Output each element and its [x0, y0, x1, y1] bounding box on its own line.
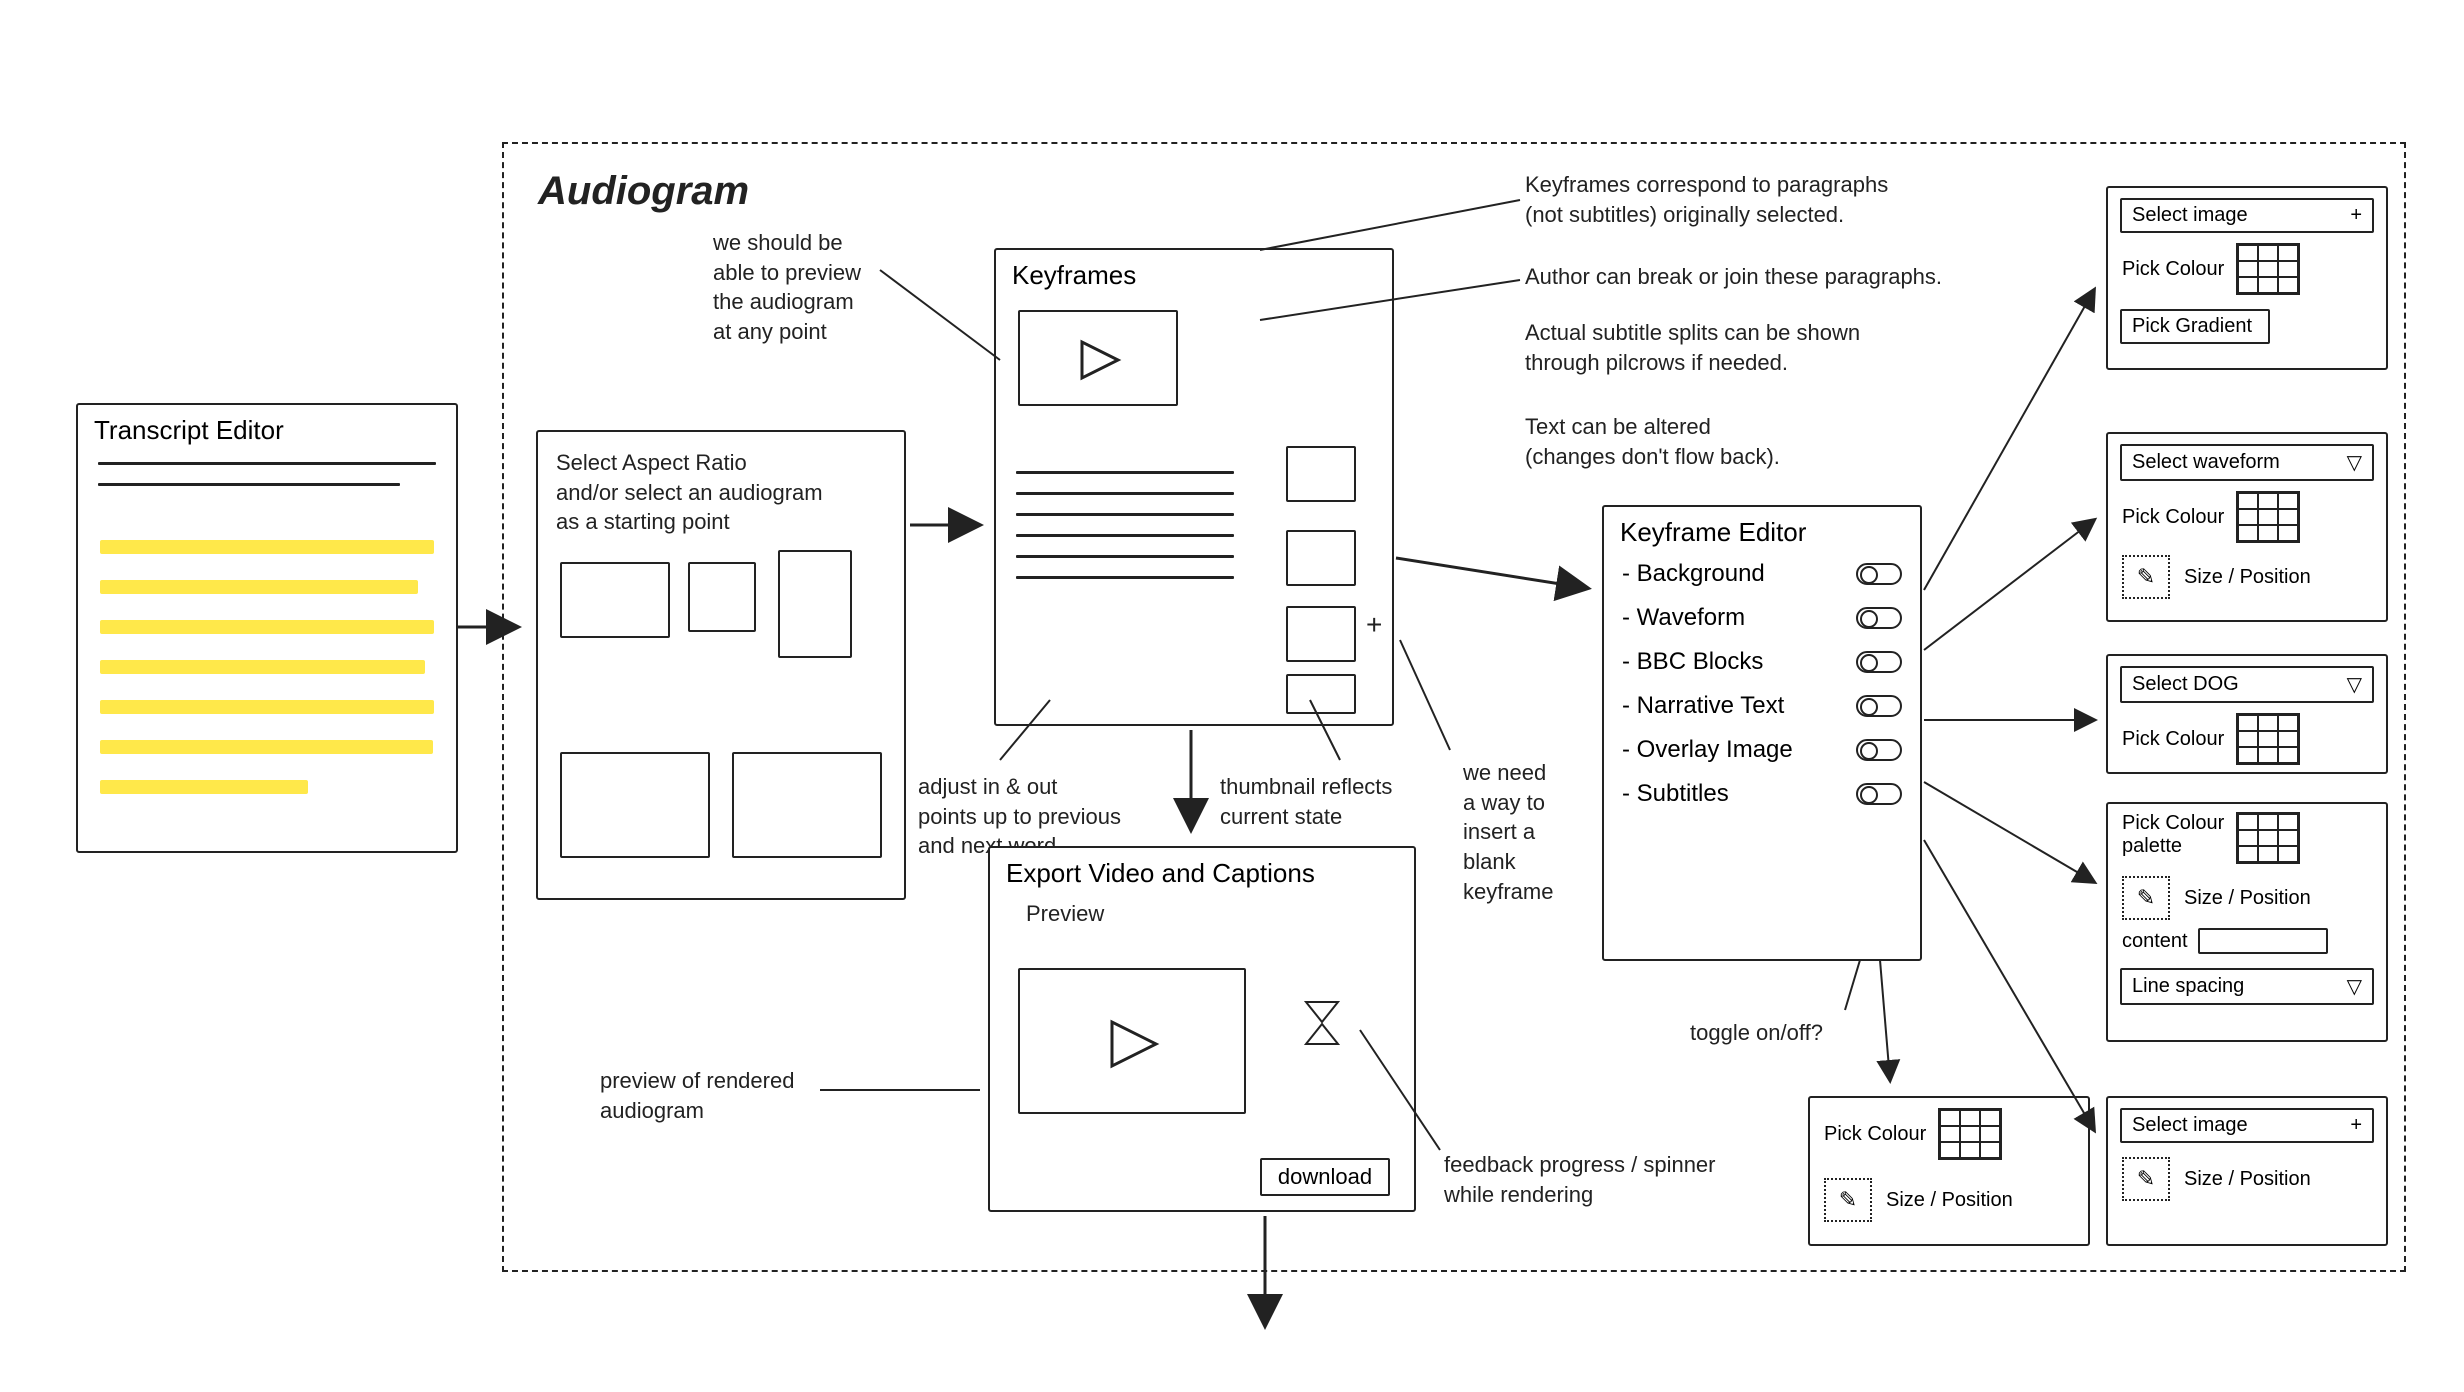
select-waveform-button[interactable]: Select waveform▽	[2120, 444, 2374, 481]
aspect-option-1[interactable]	[560, 562, 670, 638]
size-position-label: Size / Position	[2184, 1168, 2311, 1191]
aspect-option-4[interactable]	[560, 752, 710, 858]
note-pilcrows: Actual subtitle splits can be shown thro…	[1525, 318, 1860, 377]
download-button[interactable]: download	[1260, 1158, 1390, 1196]
keyframe-thumb-3[interactable]	[1286, 606, 1356, 662]
panel-background: Select image+ Pick Colour Pick Gradient	[2106, 186, 2388, 370]
note-text-altered: Text can be altered (changes don't flow …	[1525, 412, 1780, 471]
size-position-control[interactable]: ✎	[2122, 1157, 2170, 1201]
export-preview[interactable]	[1018, 968, 1246, 1114]
play-icon	[1106, 1016, 1166, 1076]
keyframe-editor-panel: Keyframe Editor - Background - Waveform …	[1602, 505, 1922, 961]
colour-palette[interactable]	[2236, 243, 2300, 295]
keyframe-thumb-2[interactable]	[1286, 530, 1356, 586]
size-position-control[interactable]: ✎	[1824, 1178, 1872, 1222]
aspect-ratio-panel[interactable]: Select Aspect Ratio and/or select an aud…	[536, 430, 906, 900]
keyframes-panel: Keyframes +	[994, 248, 1394, 726]
kf-item-narrative: - Narrative Text	[1604, 684, 1920, 728]
panel-overlay: Select image+ ✎ Size / Position	[2106, 1096, 2388, 1246]
kf-item-overlay: - Overlay Image	[1604, 728, 1920, 772]
colour-palette[interactable]	[2236, 812, 2300, 864]
content-label: content	[2122, 930, 2188, 953]
kf-item-subtitles: - Subtitles	[1604, 772, 1920, 816]
pencil-icon: ✎	[2137, 1166, 2155, 1192]
pencil-icon: ✎	[1839, 1187, 1857, 1213]
keyframe-editor-title: Keyframe Editor	[1604, 507, 1920, 552]
hourglass-icon	[1302, 998, 1342, 1048]
aspect-option-3[interactable]	[778, 550, 852, 658]
transcript-editor-panel: Transcript Editor	[76, 403, 458, 853]
keyframes-title: Keyframes	[996, 250, 1392, 295]
toggle-subtitles[interactable]	[1856, 783, 1902, 805]
chevron-down-icon: ▽	[2347, 672, 2362, 697]
keyframe-thumb-4[interactable]	[1286, 674, 1356, 714]
chevron-down-icon: ▽	[2347, 974, 2362, 999]
note-break-join: Author can break or join these paragraph…	[1525, 262, 1942, 292]
select-image-button[interactable]: Select image+	[2120, 198, 2374, 233]
keyframe-preview[interactable]	[1018, 310, 1178, 406]
colour-palette[interactable]	[2236, 713, 2300, 765]
toggle-overlay[interactable]	[1856, 739, 1902, 761]
size-position-label: Size / Position	[2184, 887, 2311, 910]
pick-colour-label: Pick Colour	[2122, 728, 2224, 751]
aspect-ratio-text: Select Aspect Ratio and/or select an aud…	[556, 448, 922, 537]
line-spacing-select[interactable]: Line spacing▽	[2120, 968, 2374, 1005]
note-toggle: toggle on/off?	[1690, 1018, 1823, 1048]
note-blank-keyframe: we need a way to insert a blank keyframe	[1463, 758, 1553, 906]
size-position-control[interactable]: ✎	[2122, 555, 2170, 599]
size-position-control[interactable]: ✎	[2122, 876, 2170, 920]
aspect-option-2[interactable]	[688, 562, 756, 632]
size-position-label: Size / Position	[2184, 566, 2311, 589]
export-title: Export Video and Captions	[990, 848, 1414, 893]
note-kf-paragraphs: Keyframes correspond to paragraphs (not …	[1525, 170, 1888, 229]
add-keyframe-icon[interactable]: +	[1366, 606, 1382, 644]
panel-narrative: Pick Colour palette ✎ Size / Position co…	[2106, 802, 2388, 1042]
size-position-label: Size / Position	[1886, 1189, 2013, 1212]
toggle-bbc-blocks[interactable]	[1856, 651, 1902, 673]
colour-palette[interactable]	[1938, 1108, 2002, 1160]
panel-waveform: Select waveform▽ Pick Colour ✎ Size / Po…	[2106, 432, 2388, 622]
pick-gradient-button[interactable]: Pick Gradient	[2120, 309, 2270, 344]
pencil-icon: ✎	[2137, 564, 2155, 590]
chevron-down-icon: ▽	[2347, 450, 2362, 475]
select-dog-button[interactable]: Select DOG▽	[2120, 666, 2374, 703]
note-rendered: preview of rendered audiogram	[600, 1066, 794, 1125]
kf-item-waveform: - Waveform	[1604, 596, 1920, 640]
export-preview-label: Preview	[1026, 899, 1450, 929]
content-input[interactable]	[2198, 928, 2328, 954]
plus-icon: +	[2350, 1114, 2362, 1137]
pick-colour-label: Pick Colour	[1824, 1123, 1926, 1146]
keyframe-thumb-1[interactable]	[1286, 446, 1356, 502]
aspect-option-5[interactable]	[732, 752, 882, 858]
colour-palette[interactable]	[2236, 491, 2300, 543]
note-thumbnail: thumbnail reflects current state	[1220, 772, 1392, 831]
audiogram-title: Audiogram	[538, 164, 749, 218]
toggle-narrative[interactable]	[1856, 695, 1902, 717]
toggle-background[interactable]	[1856, 563, 1902, 585]
export-panel: Export Video and Captions Preview downlo…	[988, 846, 1416, 1212]
kf-item-background: - Background	[1604, 552, 1920, 596]
pick-colour-label: Pick Colour	[2122, 506, 2224, 529]
panel-subtitles: Pick Colour ✎ Size / Position	[1808, 1096, 2090, 1246]
pencil-icon: ✎	[2137, 885, 2155, 911]
plus-icon: +	[2350, 204, 2362, 227]
pick-colour-palette-label: Pick Colour palette	[2122, 812, 2224, 858]
play-icon	[1076, 336, 1126, 386]
kf-item-bbc-blocks: - BBC Blocks	[1604, 640, 1920, 684]
transcript-editor-title: Transcript Editor	[78, 405, 456, 450]
note-preview: we should be able to preview the audiogr…	[713, 228, 861, 347]
pick-colour-label: Pick Colour	[2122, 258, 2224, 281]
panel-dog: Select DOG▽ Pick Colour	[2106, 654, 2388, 774]
select-image-button[interactable]: Select image+	[2120, 1108, 2374, 1143]
toggle-waveform[interactable]	[1856, 607, 1902, 629]
note-feedback: feedback progress / spinner while render…	[1444, 1150, 1716, 1209]
